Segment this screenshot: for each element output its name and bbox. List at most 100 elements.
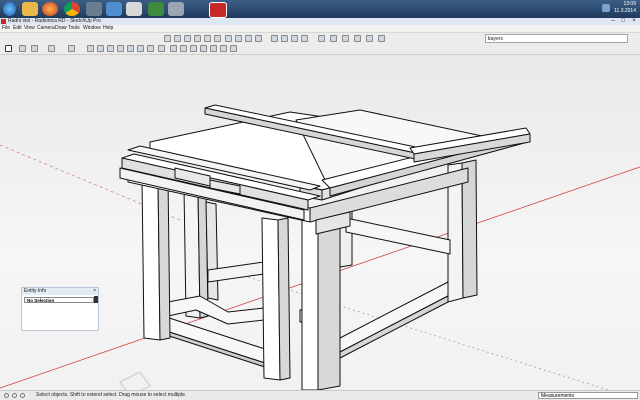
right-lower-rail-side — [339, 295, 449, 359]
status-text: Select objects. Shift to extend select. … — [36, 392, 187, 398]
os-taskbar: 13:09 11.3.2014 — [0, 0, 640, 18]
select-tool-icon[interactable] — [5, 44, 12, 52]
close-window-button[interactable]: × — [629, 18, 639, 25]
selection-field: No Selection — [24, 297, 94, 303]
iso-view-icon[interactable] — [164, 34, 171, 42]
section-plane-icon[interactable] — [230, 44, 237, 52]
front-view-icon[interactable] — [184, 34, 191, 42]
hidden-line-style-icon[interactable] — [245, 34, 252, 42]
move-tool-icon[interactable] — [97, 44, 104, 52]
model-canvas[interactable] — [0, 55, 640, 390]
clock-time: 13:09 — [623, 1, 636, 7]
excel-taskbar-icon[interactable] — [148, 2, 164, 16]
front-mid-leg — [261, 217, 281, 381]
orbit-tool-icon[interactable] — [170, 44, 177, 52]
menu-draw[interactable]: Draw — [55, 25, 67, 32]
house-warehouse-icon[interactable] — [271, 34, 278, 42]
wireframe-style-icon[interactable] — [235, 34, 242, 42]
menu-camera[interactable]: Camera — [37, 25, 55, 32]
solid-trim-icon[interactable] — [366, 34, 373, 42]
extension-warehouse-icon[interactable] — [301, 34, 308, 42]
sketchup-app-icon — [1, 19, 6, 24]
explorer-taskbar-icon[interactable] — [22, 2, 38, 16]
layers-panel[interactable]: Layers × — [485, 34, 628, 43]
network-taskbar-icon[interactable] — [106, 2, 122, 16]
pan-tool-icon[interactable] — [180, 44, 187, 52]
menu-file[interactable]: File — [2, 25, 10, 32]
maximize-button[interactable]: □ — [618, 18, 628, 25]
get-models-icon[interactable] — [281, 34, 288, 42]
solid-outer-shell-icon[interactable] — [318, 34, 325, 42]
modeling-viewport[interactable] — [0, 55, 640, 390]
right-lower-rail — [339, 281, 449, 353]
menu-help[interactable]: Help — [103, 25, 113, 32]
walk-tool-icon[interactable] — [210, 44, 217, 52]
credits-icon[interactable] — [12, 393, 17, 398]
menu-bar: File Edit View Camera Draw Tools Window … — [0, 25, 640, 33]
start-button[interactable] — [3, 2, 16, 16]
push-pull-tool-icon[interactable] — [87, 44, 94, 52]
app-taskbar-icon[interactable] — [126, 2, 142, 16]
help-icon[interactable] — [20, 393, 25, 398]
paint-bucket-icon[interactable] — [158, 44, 165, 52]
menu-view[interactable]: View — [24, 25, 35, 32]
tape-measure-icon[interactable] — [137, 44, 144, 52]
menu-edit[interactable]: Edit — [13, 25, 22, 32]
share-model-icon[interactable] — [291, 34, 298, 42]
firefox-taskbar-icon[interactable] — [42, 2, 58, 16]
front-mid-leg-side — [277, 217, 291, 381]
close-icon[interactable]: × — [488, 35, 625, 43]
line-tool-icon[interactable] — [31, 44, 38, 52]
table-saw-model[interactable] — [119, 104, 531, 390]
offset-tool-icon[interactable] — [127, 44, 134, 52]
text-tool-icon[interactable] — [147, 44, 154, 52]
chrome-taskbar-icon[interactable] — [64, 2, 80, 16]
solid-subtract-icon[interactable] — [354, 34, 361, 42]
details-toggle-icon[interactable] — [94, 296, 98, 303]
back-view-icon[interactable] — [204, 34, 211, 42]
minimize-button[interactable]: – — [608, 18, 618, 25]
front-right-leg — [301, 211, 319, 390]
shaded-style-icon[interactable] — [255, 34, 262, 42]
measurements-label: Measurements — [541, 393, 575, 399]
zoom-tool-icon[interactable] — [190, 44, 197, 52]
sketchup-watermark-logo — [118, 371, 152, 390]
solid-union-icon[interactable] — [330, 34, 337, 42]
calculator-taskbar-icon[interactable] — [168, 2, 184, 16]
menu-window[interactable]: Window — [83, 25, 101, 32]
front-left-leg-side — [157, 177, 171, 341]
eraser-tool-icon[interactable] — [19, 44, 26, 52]
left-view-icon[interactable] — [214, 34, 221, 42]
rectangle-tool-icon[interactable] — [68, 44, 75, 52]
main-toolbar — [0, 43, 640, 55]
status-bar: Select objects. Shift to extend select. … — [0, 390, 640, 400]
clock[interactable]: 13:09 11.3.2014 — [614, 1, 636, 15]
inner-leg — [205, 201, 219, 301]
app-titlebar: Radni stol - Radionica RD - SketchUp Pro… — [0, 18, 640, 25]
menu-tools[interactable]: Tools — [68, 25, 80, 32]
top-view-icon[interactable] — [174, 34, 181, 42]
front-left-leg — [141, 177, 161, 341]
measurements-box[interactable]: Measurements — [538, 392, 638, 399]
solid-intersect-icon[interactable] — [342, 34, 349, 42]
front-right-leg-side — [317, 207, 341, 390]
solid-split-icon[interactable] — [378, 34, 385, 42]
zoom-extents-icon[interactable] — [200, 44, 207, 52]
sketchup-taskbar-icon[interactable] — [209, 2, 227, 18]
entity-info-header: Entity Info × — [22, 288, 98, 295]
front-lower-rail — [159, 314, 269, 365]
rotate-tool-icon[interactable] — [107, 44, 114, 52]
clock-date: 11.3.2014 — [614, 8, 636, 14]
media-taskbar-icon[interactable] — [86, 2, 102, 16]
entity-info-panel[interactable]: Entity Info × No Selection — [21, 287, 99, 331]
tray-icon[interactable] — [602, 4, 610, 12]
mid-side-rail — [345, 217, 451, 255]
entity-info-title: Entity Info — [24, 288, 47, 294]
look-around-icon[interactable] — [220, 44, 227, 52]
close-icon[interactable]: × — [93, 288, 96, 295]
right-view-icon[interactable] — [194, 34, 201, 42]
geolocation-icon[interactable] — [4, 393, 9, 398]
scale-tool-icon[interactable] — [117, 44, 124, 52]
arc-tool-icon[interactable] — [48, 44, 55, 52]
xray-style-icon[interactable] — [225, 34, 232, 42]
